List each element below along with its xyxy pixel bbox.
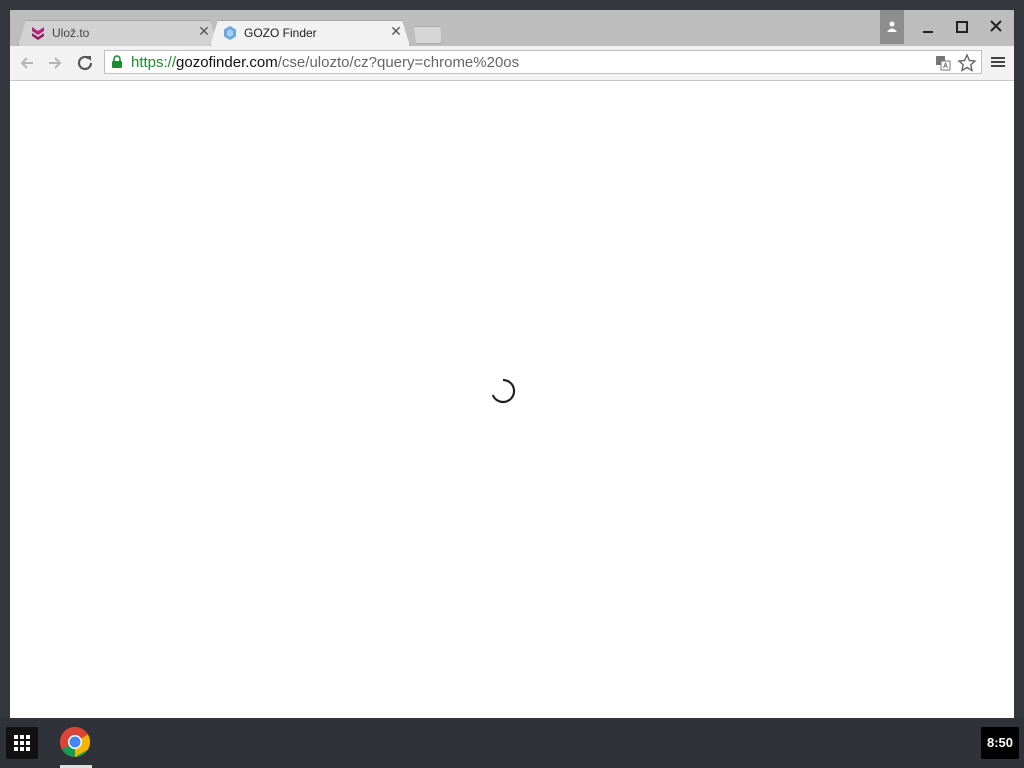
shelf: 8:50: [0, 718, 1024, 768]
reload-icon[interactable]: [74, 52, 96, 74]
browser-window: Ulož.to ✕ GOZO Finder ✕ https://gozofind…: [10, 10, 1014, 718]
new-tab-button[interactable]: [410, 26, 442, 44]
maximize-icon[interactable]: [948, 16, 976, 38]
tab-title: GOZO Finder: [244, 26, 317, 40]
chrome-app-button[interactable]: [58, 725, 92, 768]
page-content: [10, 81, 1014, 718]
address-bar[interactable]: https://gozofinder.com/cse/ulozto/cz?que…: [104, 50, 982, 74]
app-grid-icon: [14, 735, 30, 751]
tab-ulozto[interactable]: Ulož.to ✕: [18, 20, 218, 46]
url-text[interactable]: https://gozofinder.com/cse/ulozto/cz?que…: [131, 54, 519, 71]
star-bookmark-icon[interactable]: [957, 53, 977, 73]
app-launcher-button[interactable]: [6, 727, 38, 759]
translate-icon[interactable]: [935, 55, 951, 71]
minimize-icon[interactable]: [914, 16, 942, 38]
url-path: /cse/ulozto/cz?query=chrome%20os: [277, 54, 520, 71]
profile-button[interactable]: [880, 10, 904, 44]
ulozto-logo-icon: [32, 27, 44, 40]
url-scheme: https://: [131, 54, 177, 71]
menu-icon[interactable]: [990, 54, 1006, 70]
url-host: gozofinder.com: [176, 54, 278, 71]
close-tab-icon[interactable]: ✕: [198, 24, 210, 38]
close-window-icon[interactable]: [982, 16, 1010, 38]
status-clock[interactable]: 8:50: [981, 727, 1019, 759]
back-arrow-icon[interactable]: [16, 52, 38, 74]
tab-strip: Ulož.to ✕ GOZO Finder ✕: [10, 10, 1014, 46]
close-tab-icon[interactable]: ✕: [390, 24, 402, 38]
chrome-logo-icon: [59, 727, 91, 758]
lock-icon: [112, 55, 122, 68]
loading-spinner-icon: [491, 378, 516, 404]
forward-arrow-icon[interactable]: [44, 52, 66, 74]
tab-title: Ulož.to: [52, 26, 90, 40]
tab-gozo-finder[interactable]: GOZO Finder ✕: [210, 20, 410, 46]
browser-toolbar: https://gozofinder.com/cse/ulozto/cz?que…: [10, 46, 1014, 81]
user-icon: [887, 21, 897, 32]
gozo-logo-icon: [224, 26, 236, 40]
